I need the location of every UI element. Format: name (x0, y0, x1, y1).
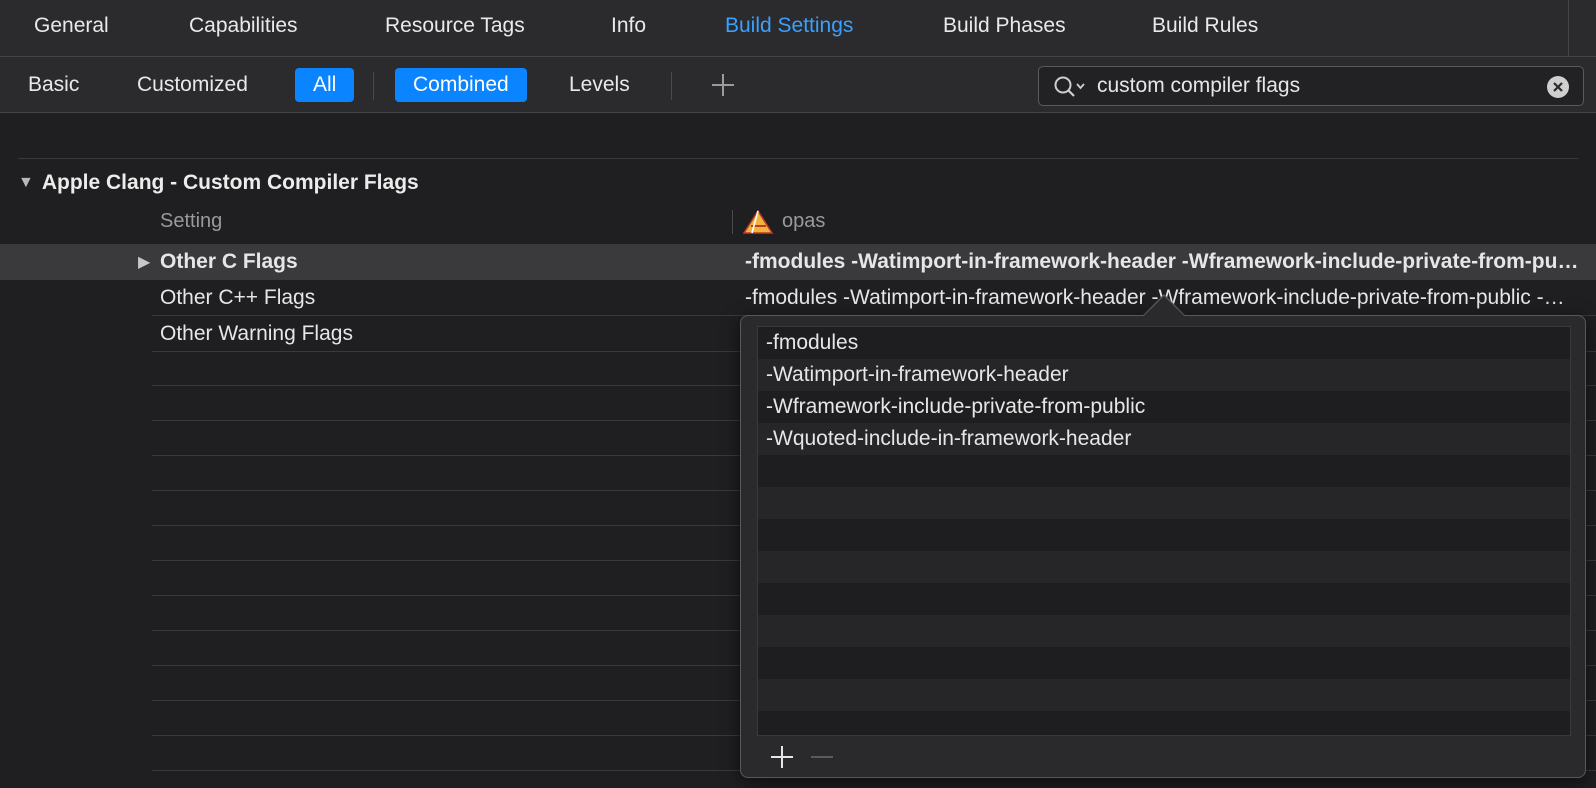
add-setting-plus-icon[interactable] (708, 70, 738, 100)
empty-list-row (758, 679, 1570, 711)
tab-capabilities[interactable]: Capabilities (189, 0, 298, 52)
column-header-setting: Setting (160, 210, 223, 232)
list-item[interactable]: -fmodules (758, 327, 1570, 359)
filter-customized-button[interactable]: Customized (119, 68, 266, 102)
section-title: Apple Clang - Custom Compiler Flags (41, 171, 419, 194)
empty-list-row (758, 551, 1570, 583)
list-item[interactable]: -Wframework-include-private-from-public (758, 391, 1570, 423)
tab-info[interactable]: Info (611, 0, 646, 52)
setting-value[interactable]: -fmodules -Watimport-in-framework-header… (745, 244, 1581, 280)
popover-arrow-fill (1143, 296, 1185, 317)
empty-list-row (758, 583, 1570, 615)
empty-list-row (758, 455, 1570, 487)
filter-basic-button[interactable]: Basic (10, 68, 97, 102)
list-item[interactable]: -Wquoted-include-in-framework-header (758, 423, 1570, 455)
filter-all-button[interactable]: All (295, 68, 355, 102)
editor-tab-bar: General Capabilities Resource Tags Info … (0, 0, 1596, 57)
remove-flag-minus-icon[interactable] (811, 756, 833, 758)
empty-list-row (758, 647, 1570, 679)
setting-row-other-cpp-flags[interactable]: Other C++ Flags -fmodules -Watimport-in-… (152, 280, 1596, 316)
column-header-target: opas (782, 210, 826, 232)
search-input[interactable] (1097, 67, 1537, 105)
section-divider (18, 158, 1578, 159)
flags-list[interactable]: -fmodules -Watimport-in-framework-header… (757, 326, 1571, 736)
search-icon[interactable] (1053, 75, 1087, 99)
empty-list-row (758, 615, 1570, 647)
filter-levels-button[interactable]: Levels (551, 68, 648, 102)
list-item[interactable]: -Watimport-in-framework-header (758, 359, 1570, 391)
disclosure-triangle-right-icon[interactable]: ▶ (138, 252, 150, 272)
tab-build-settings[interactable]: Build Settings (725, 0, 853, 52)
add-flag-plus-icon[interactable] (769, 744, 795, 770)
search-field[interactable] (1038, 66, 1584, 106)
clear-search-icon[interactable] (1547, 76, 1569, 98)
tab-resource-tags[interactable]: Resource Tags (385, 0, 525, 52)
tab-general[interactable]: General (34, 0, 109, 52)
tab-build-phases[interactable]: Build Phases (943, 0, 1066, 52)
filter-separator (671, 72, 672, 100)
flags-popover: -fmodules -Watimport-in-framework-header… (740, 315, 1586, 778)
disclosure-triangle-down-icon[interactable]: ▼ (18, 168, 34, 198)
empty-list-row (758, 519, 1570, 551)
filter-combined-button[interactable]: Combined (395, 68, 527, 102)
setting-name: Other C Flags (160, 250, 298, 273)
app-target-icon (742, 209, 774, 234)
tab-build-rules[interactable]: Build Rules (1152, 0, 1258, 52)
setting-row-other-c-flags[interactable]: ▶ Other C Flags -fmodules -Watimport-in-… (0, 244, 1596, 280)
setting-name: Other Warning Flags (160, 322, 353, 345)
empty-list-row (758, 487, 1570, 519)
section-header[interactable]: ▼ Apple Clang - Custom Compiler Flags (18, 168, 419, 198)
filter-bar: Basic Customized All Combined Levels (0, 57, 1596, 113)
empty-list-row (758, 711, 1570, 735)
filter-separator (373, 72, 374, 100)
column-separator (732, 210, 733, 234)
tab-bar-divider (1568, 0, 1569, 57)
setting-name: Other C++ Flags (160, 286, 316, 309)
